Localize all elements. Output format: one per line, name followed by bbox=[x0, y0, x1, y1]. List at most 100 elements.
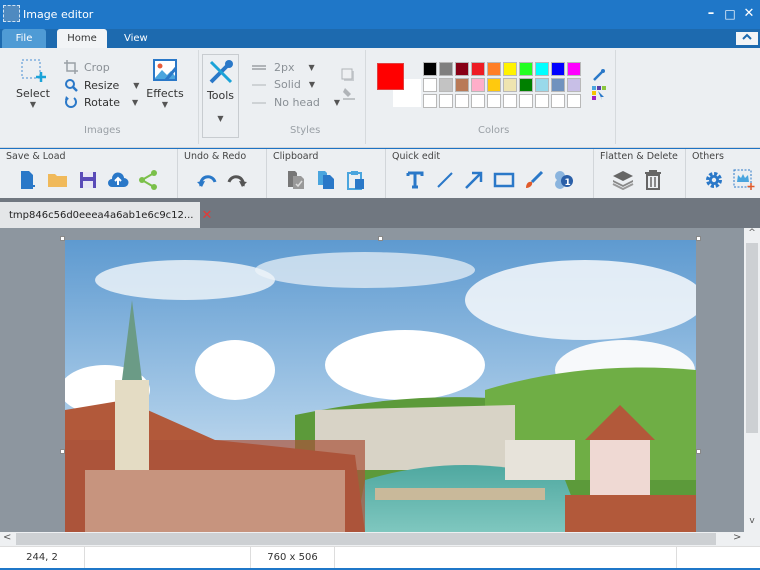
arrow-head-dropdown[interactable]: No head ▼ bbox=[252, 96, 340, 109]
primary-color[interactable] bbox=[377, 63, 404, 90]
color-swatch[interactable] bbox=[487, 94, 501, 108]
color-swatch[interactable] bbox=[487, 62, 501, 76]
resize-dropdown-caret[interactable]: ▼ bbox=[133, 81, 139, 90]
line-tool-button[interactable] bbox=[434, 169, 456, 191]
color-picker-button[interactable] bbox=[592, 68, 606, 85]
watermark-button[interactable] bbox=[733, 169, 755, 191]
arrow-tool-button[interactable] bbox=[463, 169, 485, 191]
color-swatch[interactable] bbox=[423, 94, 437, 108]
select-button[interactable]: Select ▼ bbox=[14, 58, 52, 109]
resize-handle[interactable] bbox=[696, 236, 701, 241]
rotate-button[interactable]: Rotate ▼ bbox=[64, 95, 138, 109]
color-swatch[interactable] bbox=[471, 94, 485, 108]
color-swatch[interactable] bbox=[455, 94, 469, 108]
share-button[interactable] bbox=[137, 169, 159, 191]
undo-button[interactable] bbox=[196, 169, 218, 191]
color-swatch[interactable] bbox=[535, 62, 549, 76]
delete-button[interactable] bbox=[642, 169, 664, 191]
canvas-area[interactable] bbox=[0, 228, 744, 532]
color-swatch[interactable] bbox=[455, 62, 469, 76]
trash-icon bbox=[645, 170, 661, 190]
open-button[interactable] bbox=[47, 169, 69, 191]
tools-button[interactable]: Tools ▼ bbox=[202, 54, 239, 138]
image-canvas[interactable] bbox=[65, 240, 696, 532]
resize-handle[interactable] bbox=[696, 449, 701, 454]
rectangle-tool-button[interactable] bbox=[493, 169, 515, 191]
color-swatch[interactable] bbox=[535, 94, 549, 108]
brush-tool-button[interactable] bbox=[523, 169, 545, 191]
tab-file[interactable]: File bbox=[2, 29, 46, 48]
color-swatch[interactable] bbox=[423, 62, 437, 76]
resize-handle[interactable] bbox=[60, 236, 65, 241]
color-swatch[interactable] bbox=[455, 78, 469, 92]
color-swatch[interactable] bbox=[439, 94, 453, 108]
collapse-ribbon-button[interactable] bbox=[736, 32, 758, 45]
close-document-button[interactable]: ✕ bbox=[201, 208, 212, 223]
upload-button[interactable] bbox=[107, 169, 129, 191]
color-swatch[interactable] bbox=[551, 78, 565, 92]
color-swatch[interactable] bbox=[439, 62, 453, 76]
color-swatch[interactable] bbox=[551, 62, 565, 76]
color-swatch[interactable] bbox=[503, 62, 517, 76]
line-icon bbox=[437, 172, 453, 188]
scroll-right-button[interactable]: > bbox=[733, 532, 747, 546]
horizontal-scroll-thumb[interactable] bbox=[16, 533, 716, 545]
copy-button[interactable] bbox=[315, 169, 337, 191]
scroll-left-button[interactable]: < bbox=[3, 532, 17, 546]
tab-view[interactable]: View bbox=[112, 29, 160, 48]
minimize-button[interactable]: – bbox=[703, 6, 719, 22]
document-tab-bar: tmp846c56d0eeea4a6ab1e6c9c12... ✕ bbox=[0, 198, 760, 228]
color-swatch[interactable] bbox=[551, 94, 565, 108]
crop-button[interactable]: Crop bbox=[64, 60, 110, 74]
color-swatch[interactable] bbox=[487, 78, 501, 92]
numbering-tool-button[interactable]: 1 bbox=[552, 169, 574, 191]
scroll-up-button[interactable]: ^ bbox=[744, 228, 760, 242]
color-swatch[interactable] bbox=[567, 78, 581, 92]
document-tab[interactable]: tmp846c56d0eeea4a6ab1e6c9c12... ✕ bbox=[0, 202, 212, 228]
resize-button[interactable]: Resize ▼ bbox=[64, 78, 139, 92]
line-width-dropdown[interactable]: 2px ▼ bbox=[252, 61, 315, 74]
vertical-scroll-thumb[interactable] bbox=[746, 243, 758, 433]
vertical-scrollbar[interactable]: ^ v bbox=[744, 228, 760, 532]
color-swatch[interactable] bbox=[503, 78, 517, 92]
color-swatch[interactable] bbox=[567, 62, 581, 76]
resize-handle[interactable] bbox=[60, 449, 65, 454]
color-swatch[interactable] bbox=[519, 62, 533, 76]
new-file-button[interactable] bbox=[18, 169, 40, 191]
resize-handle[interactable] bbox=[378, 236, 383, 241]
text-tool-button[interactable] bbox=[404, 169, 426, 191]
color-swatch[interactable] bbox=[439, 78, 453, 92]
rectangle-icon bbox=[493, 172, 515, 188]
color-swatch[interactable] bbox=[567, 94, 581, 108]
redo-button[interactable] bbox=[226, 169, 248, 191]
color-swatch[interactable] bbox=[519, 78, 533, 92]
shadow-toggle[interactable] bbox=[341, 68, 355, 85]
line-style-dropdown[interactable]: Solid ▼ bbox=[252, 78, 315, 91]
rotate-icon bbox=[65, 96, 77, 108]
flatten-button[interactable] bbox=[612, 169, 634, 191]
settings-button[interactable] bbox=[703, 169, 725, 191]
close-button[interactable]: ✕ bbox=[741, 6, 757, 22]
open-folder-icon bbox=[48, 174, 67, 187]
horizontal-scrollbar[interactable]: < > bbox=[0, 532, 760, 546]
color-swatch[interactable] bbox=[503, 94, 517, 108]
undo-redo-label: Undo & Redo bbox=[184, 151, 247, 162]
color-swatch[interactable] bbox=[535, 78, 549, 92]
scroll-down-button[interactable]: v bbox=[744, 516, 760, 530]
rotate-dropdown-caret[interactable]: ▼ bbox=[132, 98, 138, 107]
paste-button[interactable] bbox=[345, 169, 367, 191]
more-colors-button[interactable] bbox=[592, 86, 606, 103]
window-title: Image editor bbox=[23, 8, 94, 21]
line-style-value: Solid bbox=[274, 78, 301, 91]
fill-toggle[interactable] bbox=[342, 86, 356, 103]
title-bar: Image editor – □ ✕ bbox=[0, 0, 760, 29]
effects-button[interactable]: Effects ▼ bbox=[146, 58, 184, 109]
tab-home[interactable]: Home bbox=[57, 29, 107, 48]
color-swatch[interactable] bbox=[423, 78, 437, 92]
color-swatch[interactable] bbox=[519, 94, 533, 108]
cut-button[interactable] bbox=[285, 169, 307, 191]
maximize-button[interactable]: □ bbox=[722, 6, 738, 22]
color-swatch[interactable] bbox=[471, 62, 485, 76]
color-swatch[interactable] bbox=[471, 78, 485, 92]
save-button[interactable] bbox=[77, 169, 99, 191]
